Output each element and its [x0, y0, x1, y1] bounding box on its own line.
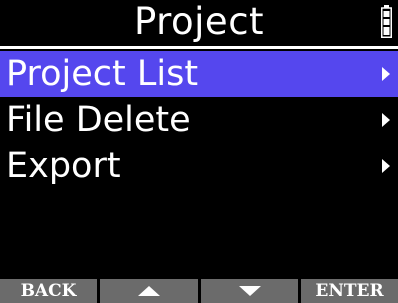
soft-key-bar: BACK ENTER [0, 279, 398, 303]
chevron-right-icon [382, 67, 390, 81]
battery-icon [381, 5, 392, 38]
title-bar: Project [0, 0, 398, 46]
menu-item-label: File Delete [6, 100, 191, 140]
menu-item-file-delete[interactable]: File Delete [0, 97, 398, 143]
title-divider [0, 46, 398, 49]
arrow-down-icon [238, 286, 261, 296]
back-button[interactable]: BACK [0, 279, 97, 303]
enter-button-label: ENTER [315, 281, 384, 301]
back-button-label: BACK [20, 281, 77, 301]
up-button[interactable] [100, 279, 198, 303]
down-button[interactable] [201, 279, 298, 303]
chevron-right-icon [382, 159, 390, 173]
menu-list: Project List File Delete Export [0, 51, 398, 189]
menu-item-project-list[interactable]: Project List [0, 51, 398, 97]
menu-item-export[interactable]: Export [0, 143, 398, 189]
menu-item-label: Export [6, 146, 121, 186]
arrow-up-icon [138, 286, 160, 296]
chevron-right-icon [382, 113, 390, 127]
menu-item-label: Project List [6, 54, 199, 94]
page-title: Project [133, 0, 265, 43]
enter-button[interactable]: ENTER [301, 279, 398, 303]
